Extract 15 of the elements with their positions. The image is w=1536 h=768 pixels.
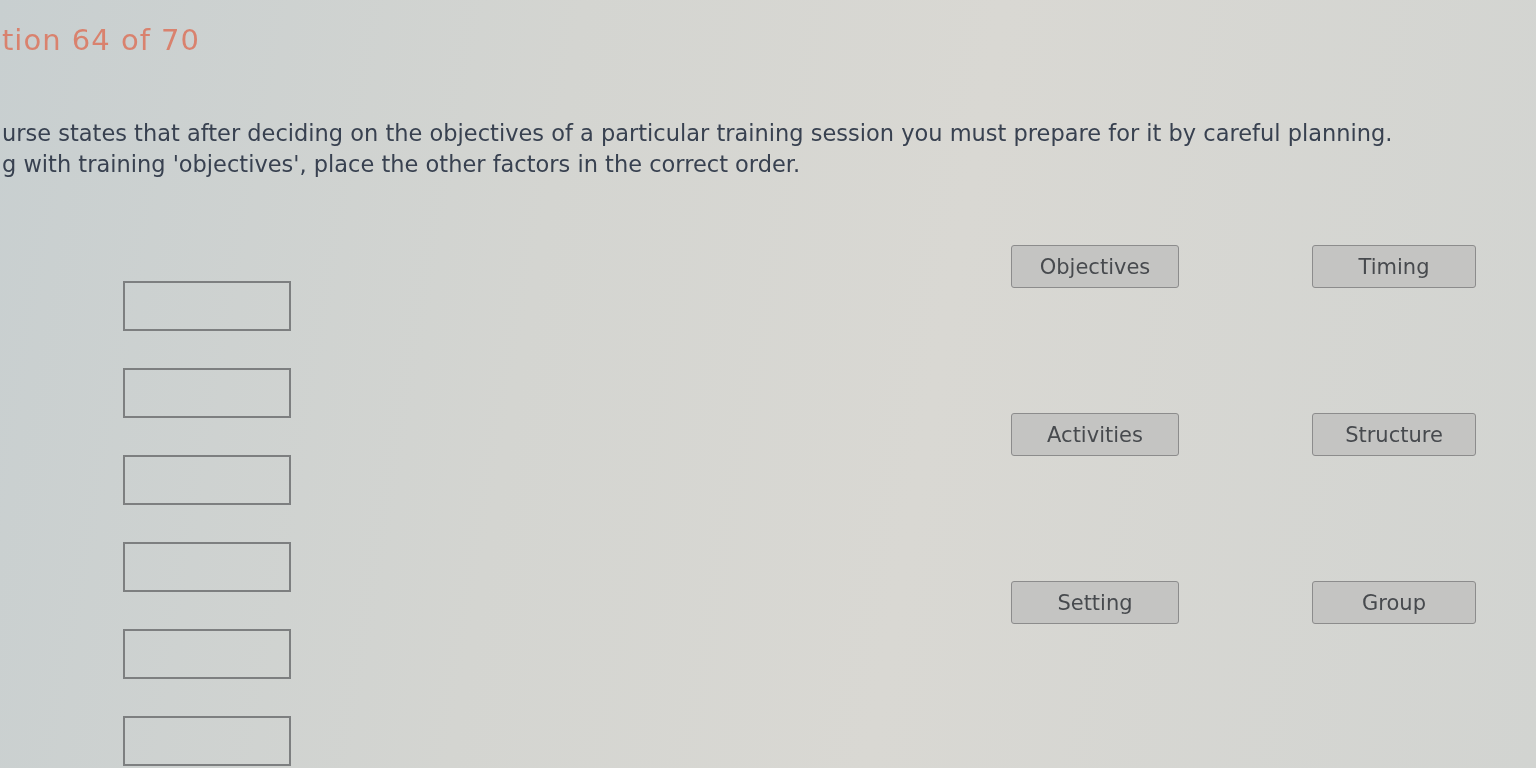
option-tile[interactable]: Structure — [1312, 413, 1476, 456]
option-tile[interactable]: Activities — [1011, 413, 1179, 456]
answer-slot[interactable] — [123, 368, 291, 418]
answer-slot[interactable] — [123, 716, 291, 766]
option-tile[interactable]: Timing — [1312, 245, 1476, 288]
instruction-line: g with training 'objectives', place the other factors in the correct order. — [1, 150, 802, 179]
option-tile[interactable]: Setting — [1011, 581, 1179, 624]
question-counter: tion 64 of 70 — [2, 22, 200, 59]
answer-slot[interactable] — [123, 455, 291, 505]
instruction-line: urse states that after deciding on the objectives of a particular training session you must prepare for it by careful planning. — [1, 119, 1393, 148]
option-tile[interactable]: Group — [1312, 581, 1476, 624]
answer-slot[interactable] — [123, 629, 291, 679]
answer-slot[interactable] — [123, 281, 291, 331]
option-tile[interactable]: Objectives — [1011, 245, 1179, 288]
answer-slot[interactable] — [123, 542, 291, 592]
